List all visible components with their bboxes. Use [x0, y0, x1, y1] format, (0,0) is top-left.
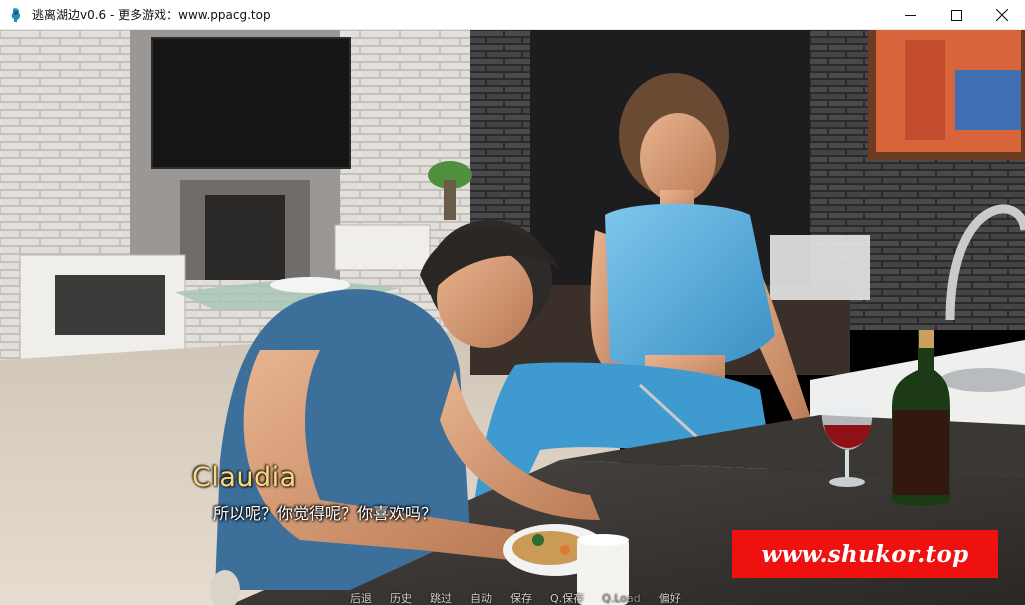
scene-artwork	[0, 30, 1025, 605]
quick-menu-auto[interactable]: 自动	[470, 593, 492, 605]
quick-menu-history[interactable]: 历史	[390, 593, 412, 605]
minimize-icon	[904, 14, 916, 16]
quick-menu-skip[interactable]: 跳过	[430, 593, 452, 605]
speaker-name: Claudia	[192, 462, 297, 493]
dialogue-text: 所以呢？你觉得呢？你喜欢吗？	[213, 504, 438, 523]
quick-menu-quick-save[interactable]: Q.保存	[550, 593, 584, 605]
quick-menu-save[interactable]: 保存	[510, 593, 532, 605]
maximize-button[interactable]	[933, 0, 979, 30]
close-icon	[996, 9, 1008, 21]
close-button[interactable]	[979, 0, 1025, 30]
window-title: 逃离湖边v0.6 - 更多游戏：www.ppacg.top	[32, 8, 271, 22]
game-scene[interactable]: Claudia 所以呢？你觉得呢？你喜欢吗？ www.shukor.top 后退…	[0, 30, 1025, 605]
maximize-icon	[950, 9, 962, 21]
window-titlebar: 逃离湖边v0.6 - 更多游戏：www.ppacg.top	[0, 0, 1025, 30]
watermark-banner: www.shukor.top	[732, 530, 998, 578]
app-icon	[11, 7, 21, 22]
quick-menu: 后退 历史 跳过 自动 保存 Q.保存 Q.Load 偏好	[350, 593, 699, 605]
minimize-button[interactable]	[887, 0, 933, 30]
window-controls	[887, 0, 1025, 30]
quick-menu-back[interactable]: 后退	[350, 593, 372, 605]
quick-menu-preferences[interactable]: 偏好	[659, 593, 681, 605]
quick-menu-quick-load[interactable]: Q.Load	[602, 593, 641, 605]
watermark-text: www.shukor.top	[761, 540, 969, 568]
